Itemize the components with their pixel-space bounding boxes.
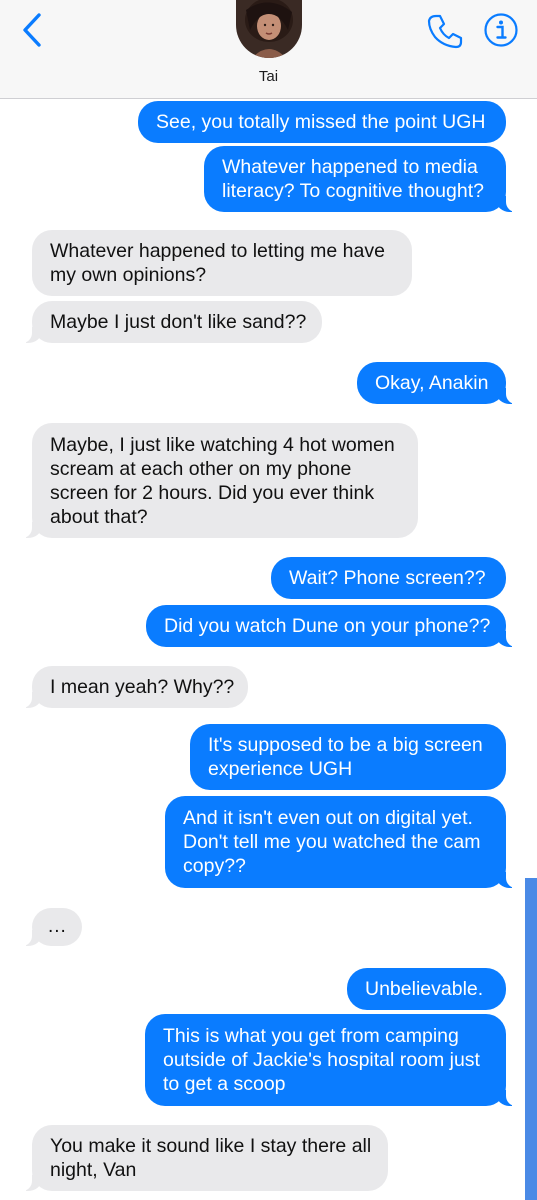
message-text-line: about that? bbox=[50, 505, 148, 528]
message-bubble-outgoing[interactable]: Wait? Phone screen?? bbox=[271, 557, 506, 599]
info-icon bbox=[484, 13, 518, 47]
message-text-line: experience UGH bbox=[208, 758, 353, 780]
message-text: ... bbox=[48, 916, 67, 937]
contact-name[interactable]: Tai bbox=[0, 68, 537, 85]
message-text-line: scream at each other on my phone bbox=[50, 457, 352, 480]
message-text-line: literacy? To cognitive thought? bbox=[222, 180, 484, 202]
message-text-line: Maybe, I just like watching 4 hot women bbox=[50, 433, 395, 456]
message-text-line: copy?? bbox=[183, 855, 246, 877]
back-button[interactable] bbox=[14, 12, 50, 48]
message-bubble-outgoing[interactable]: Unbelievable. bbox=[347, 968, 506, 1010]
message-text: Maybe I just don't like sand?? bbox=[50, 311, 307, 333]
message-text: Did you watch Dune on your phone?? bbox=[164, 615, 491, 637]
message-bubble-incoming[interactable]: Maybe, I just like watching 4 hot women … bbox=[20, 423, 418, 538]
message-bubble-outgoing[interactable]: Okay, Anakin bbox=[357, 362, 518, 404]
message-text: See, you totally missed the point UGH bbox=[156, 111, 486, 133]
message-text-line: Don't tell me you watched the cam bbox=[183, 831, 481, 853]
message-text: I mean yeah? Why?? bbox=[50, 676, 235, 698]
message-bubble-incoming[interactable]: You make it sound like I stay there all … bbox=[20, 1125, 388, 1191]
contact-avatar[interactable] bbox=[236, 0, 302, 58]
phone-icon bbox=[427, 14, 463, 49]
scroll-indicator[interactable] bbox=[525, 878, 537, 1200]
message-text-line: Whatever happened to media bbox=[222, 156, 478, 178]
call-button[interactable] bbox=[426, 12, 464, 50]
message-bubble-outgoing[interactable]: This is what you get from camping outsid… bbox=[145, 1014, 518, 1106]
message-bubble-outgoing[interactable]: It's supposed to be a big screen experie… bbox=[190, 724, 506, 790]
message-bubble-incoming[interactable]: ... bbox=[20, 908, 82, 946]
message-text-line: outside of Jackie's hospital room just bbox=[163, 1049, 480, 1071]
message-bubble-outgoing[interactable]: See, you totally missed the point UGH bbox=[138, 101, 506, 143]
message-text: Unbelievable. bbox=[365, 978, 484, 1000]
message-bubble-outgoing[interactable]: Did you watch Dune on your phone?? bbox=[146, 605, 518, 647]
message-text-line: And it isn't even out on digital yet. bbox=[183, 807, 473, 829]
message-text-line: It's supposed to be a big screen bbox=[208, 734, 483, 756]
chevron-left-icon bbox=[23, 13, 41, 47]
message-text-line: Whatever happened to letting me have bbox=[50, 240, 385, 262]
message-text: Wait? Phone screen?? bbox=[289, 567, 486, 589]
message-bubble-outgoing[interactable]: Whatever happened to media literacy? To … bbox=[204, 146, 518, 212]
message-bubble-incoming[interactable]: Maybe I just don't like sand?? bbox=[20, 301, 322, 343]
conversation-header: Tai bbox=[0, 0, 537, 99]
message-text-line: This is what you get from camping bbox=[163, 1025, 459, 1047]
message-bubble-outgoing[interactable]: And it isn't even out on digital yet. Do… bbox=[165, 796, 518, 888]
info-button[interactable] bbox=[483, 12, 519, 48]
message-text-line: You make it sound like I stay there all bbox=[50, 1135, 372, 1157]
message-bubble-incoming[interactable]: Whatever happened to letting me have my … bbox=[32, 230, 412, 296]
message-text-line: night, Van bbox=[50, 1159, 137, 1181]
message-text-line: to get a scoop bbox=[163, 1073, 286, 1095]
message-text-line: screen for 2 hours. Did you ever think bbox=[50, 481, 375, 504]
message-bubble-incoming[interactable]: I mean yeah? Why?? bbox=[20, 666, 248, 708]
avatar-image bbox=[236, 0, 302, 58]
message-text: Okay, Anakin bbox=[375, 372, 489, 394]
message-text-line: my own opinions? bbox=[50, 264, 207, 286]
